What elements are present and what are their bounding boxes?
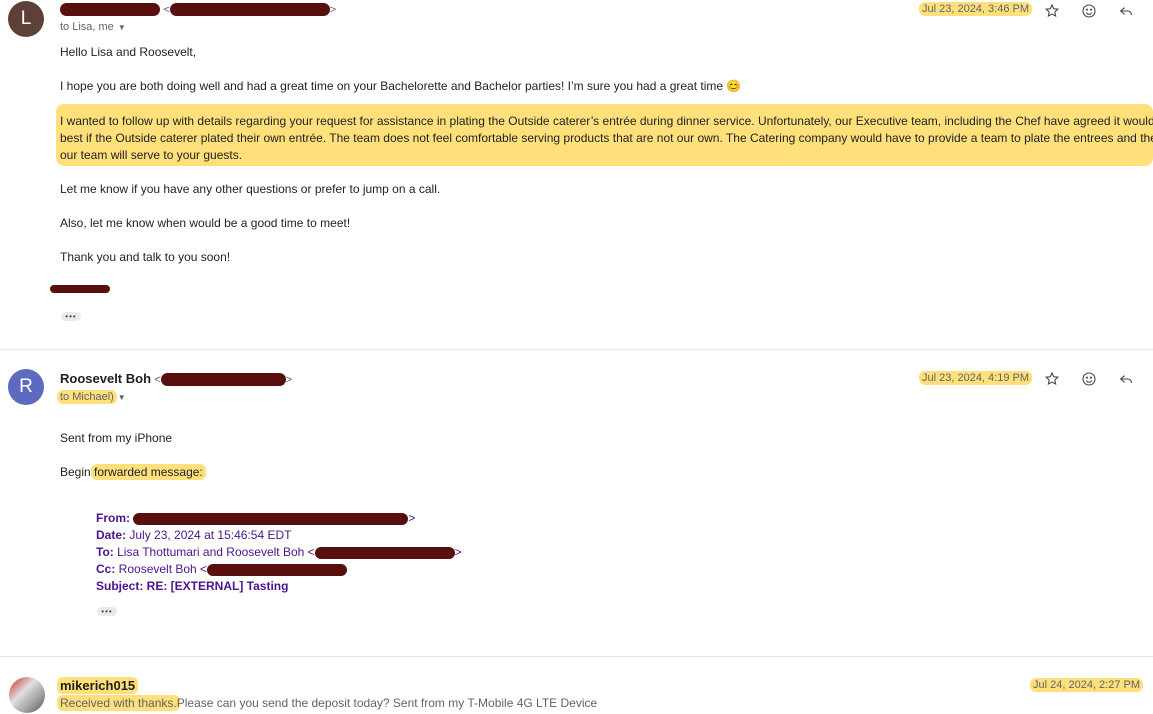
forward-subject: Subject: RE: [EXTERNAL] Tasting [96, 579, 289, 593]
show-trimmed-content-button[interactable]: ••• [61, 312, 81, 321]
redacted-sender-name [60, 3, 160, 17]
redacted-signature [50, 285, 110, 293]
reply-button[interactable] [1115, 0, 1137, 22]
paragraph-line: I wanted to follow up with details regar… [60, 114, 1153, 128]
sender-email-close: > [329, 4, 337, 16]
forward-to: To: Lisa Thottumari and Roosevelt Boh < > [96, 545, 462, 559]
chevron-down-icon[interactable]: ▼ [118, 23, 126, 32]
message-date: Jul 24, 2024, 2:27 PM [1030, 678, 1144, 692]
recipients-line[interactable]: to Michael) ▼ [57, 390, 126, 404]
message-date: Jul 23, 2024, 3:46 PM [919, 2, 1033, 16]
redacted-sender-email [169, 3, 330, 17]
message-date: Jul 23, 2024, 4:19 PM [919, 371, 1033, 385]
chevron-down-icon[interactable]: ▼ [118, 393, 126, 402]
star-icon [1044, 371, 1060, 386]
reply-icon [1119, 375, 1132, 384]
paragraph: I hope you are both doing well and had a… [60, 79, 742, 93]
forward-date: Date: July 23, 2024 at 15:46:54 EDT [96, 528, 292, 542]
emoji-reaction-button[interactable] [1078, 0, 1100, 22]
emoji-icon [1082, 4, 1096, 18]
paragraph: Let me know if you have any other questi… [60, 182, 441, 196]
redacted-from-address [133, 512, 409, 525]
sender-email-close: > [285, 374, 293, 386]
paragraph: Also, let me know when would be a good t… [60, 216, 351, 230]
sender-name: mikerich015 [57, 677, 139, 694]
forward-cc: Cc: Roosevelt Boh < [96, 561, 348, 578]
paragraph-line: best if the Outside caterer plated their… [60, 131, 1153, 145]
paragraph-line: our team will serve to your guests. [60, 148, 243, 162]
star-button[interactable] [1041, 0, 1063, 22]
paragraph: Sent from my iPhone [60, 431, 173, 445]
redacted-to-address [314, 546, 455, 559]
message-snippet: Received with thanks.Please can you send… [57, 695, 597, 711]
redacted-sender-email [160, 373, 286, 387]
greeting: Hello Lisa and Roosevelt, [60, 45, 197, 59]
paragraph: Thank you and talk to you soon! [60, 250, 231, 264]
message-divider [0, 349, 1153, 350]
sender-name: Roosevelt Boh [60, 371, 152, 386]
reply-button[interactable] [1115, 368, 1137, 390]
avatar[interactable]: L [8, 1, 44, 37]
recipients-line[interactable]: to Lisa, me ▼ [60, 21, 126, 33]
star-icon [1044, 3, 1060, 18]
sender-header: < > [60, 2, 337, 17]
sender-email-open: < [163, 4, 170, 16]
sender-header: Roosevelt Boh < > [60, 371, 293, 387]
avatar[interactable]: R [8, 369, 44, 405]
star-button[interactable] [1041, 368, 1063, 390]
emoji-reaction-button[interactable] [1078, 368, 1100, 390]
forward-from: From: > [96, 511, 416, 525]
emoji-icon [1082, 372, 1096, 386]
redacted-cc-address [207, 563, 348, 576]
reply-icon [1119, 7, 1132, 16]
paragraph: Begin forwarded message: [60, 463, 206, 481]
show-trimmed-content-button[interactable]: ••• [97, 607, 117, 616]
sender-email-open: < [154, 374, 161, 386]
